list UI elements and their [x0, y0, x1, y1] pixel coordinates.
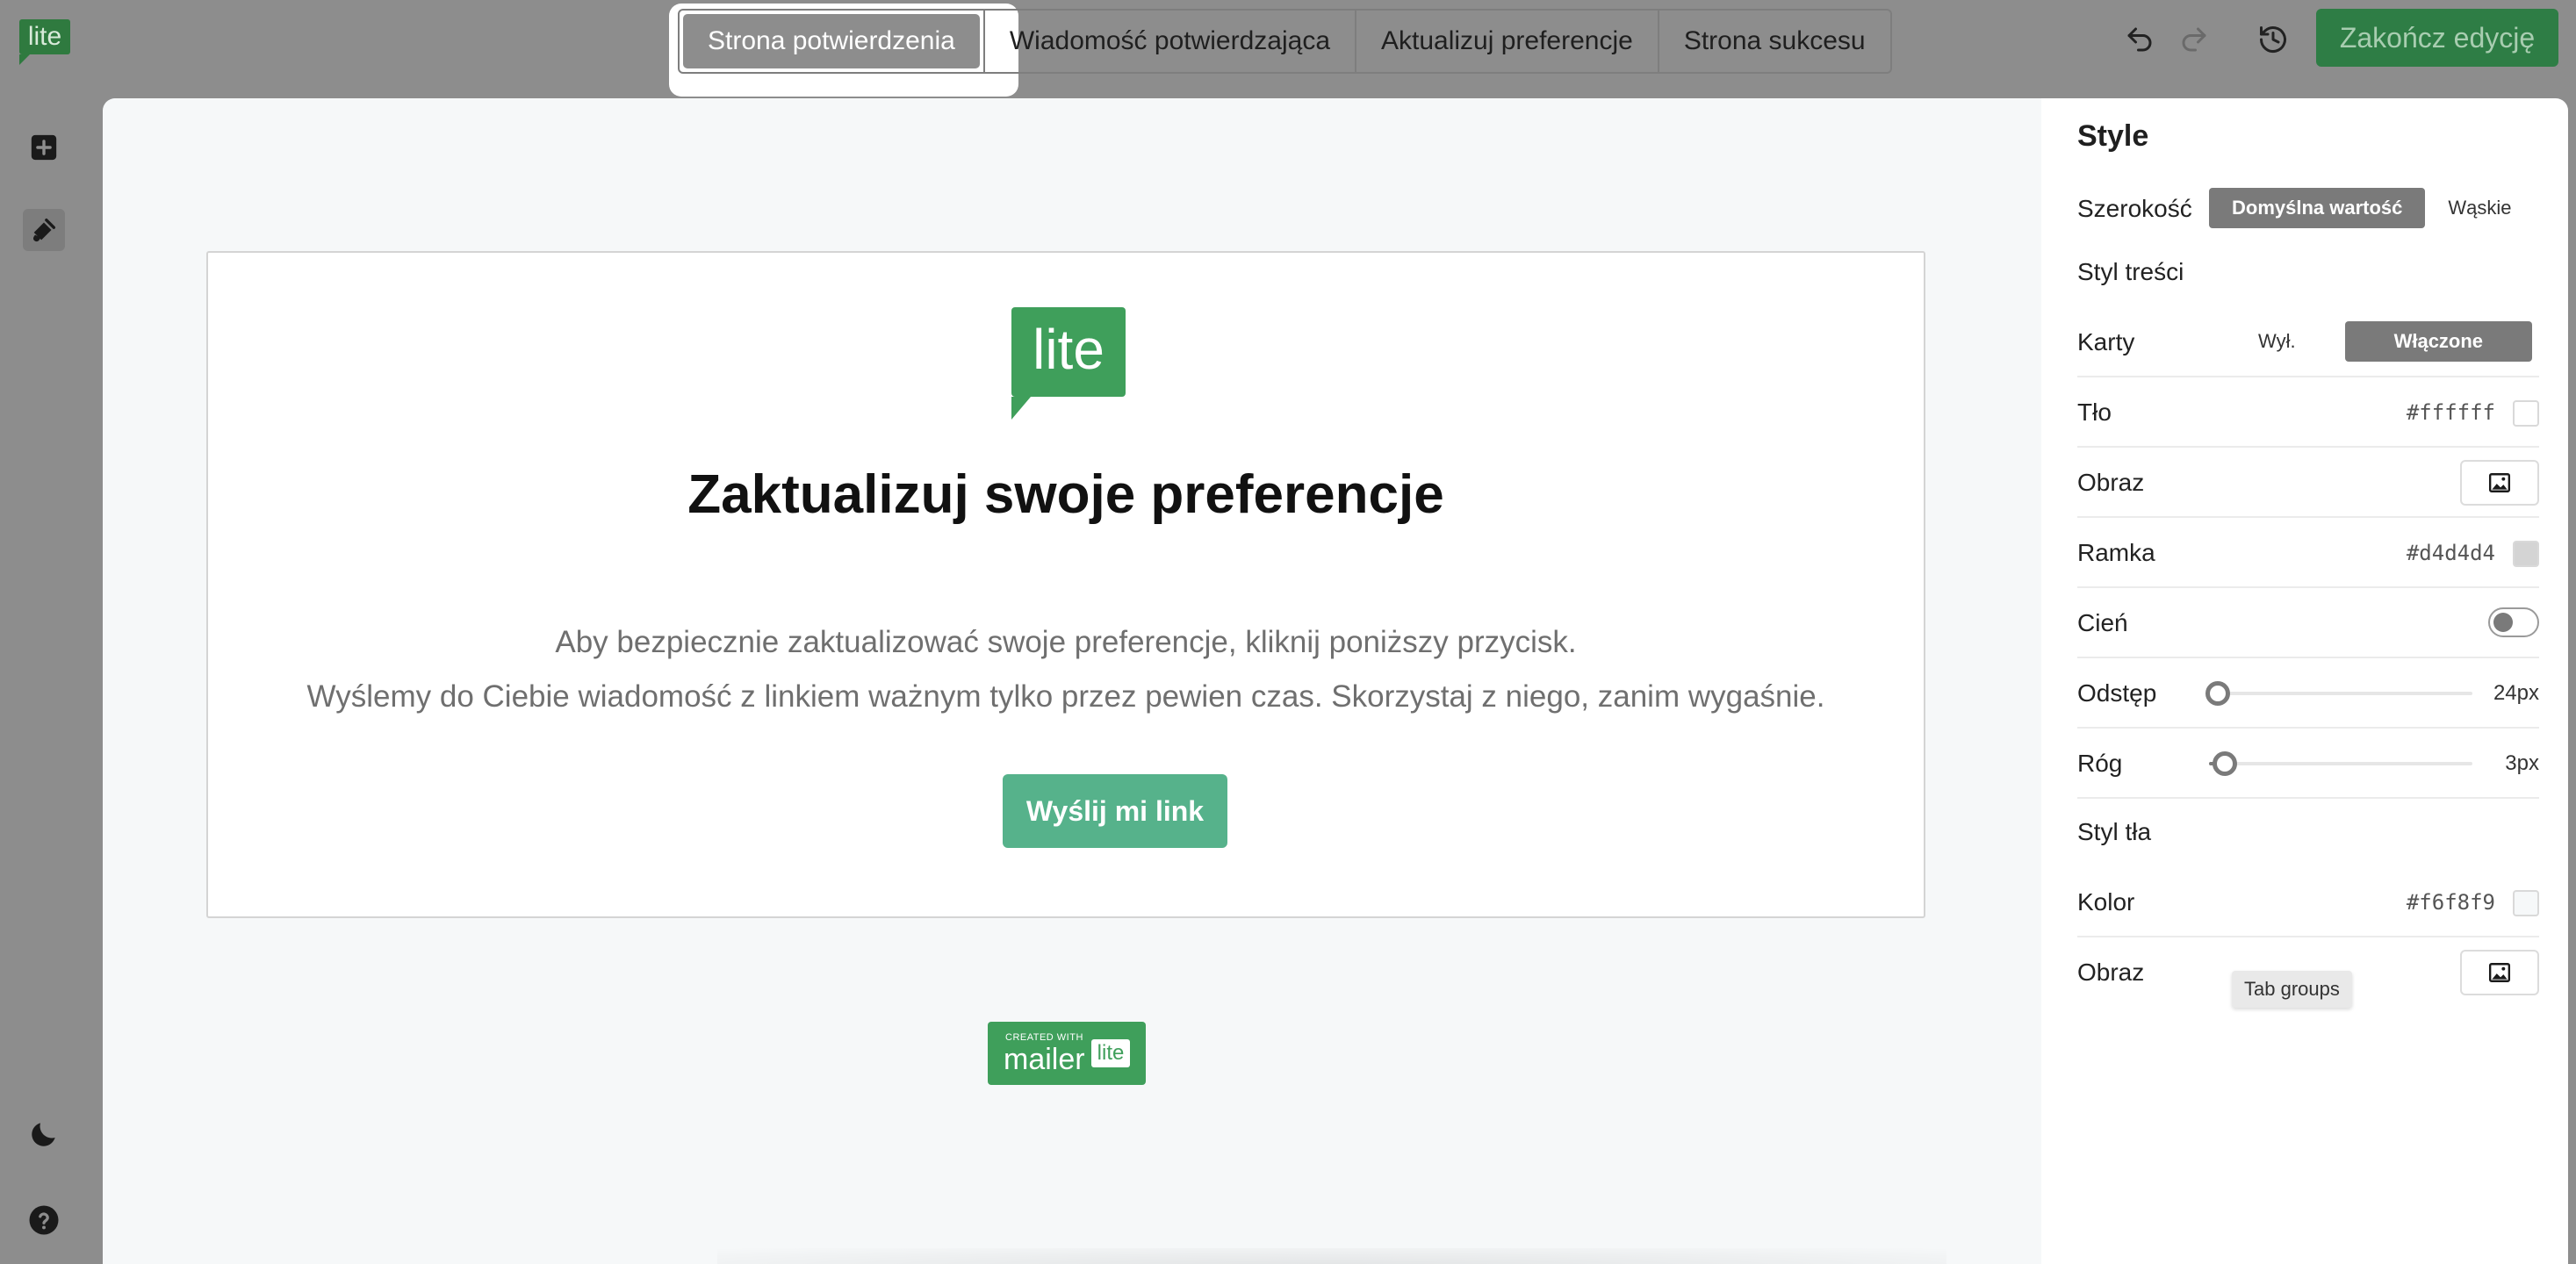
moon-icon [32, 1123, 55, 1146]
editor-canvas: lite Zaktualizuj swoje preferencje Aby b… [103, 98, 2041, 1264]
tab-confirmation-page[interactable]: Strona potwierdzenia [683, 14, 980, 68]
style-panel: Style Szerokość Domyślna wartość Wąskie … [2041, 98, 2568, 1264]
add-block-icon [31, 134, 57, 161]
cards-option-off[interactable]: Wył. [2232, 321, 2345, 362]
background-style-label: Styl tła [2077, 818, 2152, 845]
badge-box-text: lite [1091, 1039, 1130, 1067]
shadow-row: Cień [2077, 588, 2539, 658]
color-row: Kolor #f6f8f9 [2077, 867, 2539, 937]
panel-title: Style [2077, 119, 2149, 153]
cards-option-on[interactable]: Włączone [2344, 321, 2533, 362]
cards-segmented-control: Wył. Włączone [2232, 321, 2533, 362]
help-icon [29, 1205, 59, 1235]
top-bar: lite Strona potwierdzenia Wiadomość potw… [0, 0, 2576, 97]
corner-value: 3px [2505, 751, 2539, 775]
cards-label: Karty [2077, 328, 2135, 356]
dark-mode-button[interactable] [23, 1113, 65, 1155]
help-button[interactable] [23, 1199, 65, 1241]
bg-image-label: Obraz [2077, 959, 2145, 986]
spacing-slider-knob[interactable] [2205, 681, 2230, 706]
history-button[interactable] [2251, 18, 2295, 61]
history-icon [2260, 26, 2286, 54]
body-text-line-2[interactable]: Wyślemy do Ciebie wiadomość z linkiem wa… [208, 679, 1924, 715]
image-icon [2488, 963, 2511, 982]
corner-slider-knob[interactable] [2213, 751, 2237, 776]
badge-small-text: CREATED WITH [1005, 1032, 1083, 1043]
shadow-toggle[interactable] [2488, 607, 2539, 637]
color-swatch[interactable] [2513, 890, 2539, 916]
finish-editing-button[interactable]: Zakończ edycję [2316, 9, 2558, 67]
shadow-label: Cień [2077, 609, 2128, 636]
image-row: Obraz [2077, 448, 2539, 518]
image-upload-button[interactable] [2460, 460, 2539, 506]
color-label: Kolor [2077, 888, 2135, 916]
image-icon [2488, 473, 2511, 492]
tab-confirmation-message[interactable]: Wiadomość potwierdzająca [982, 11, 1355, 72]
background-row: Tło #ffffff [2077, 377, 2539, 448]
spacing-slider[interactable] [2205, 681, 2472, 706]
border-label: Ramka [2077, 539, 2155, 566]
corner-label: Róg [2077, 750, 2123, 777]
corner-row: Róg 3px [2077, 729, 2539, 799]
tab-success-page[interactable]: Strona sukcesu [1657, 11, 1890, 72]
undo-button[interactable] [2118, 18, 2162, 61]
border-swatch[interactable] [2513, 541, 2539, 567]
width-option-narrow[interactable]: Wąskie [2425, 188, 2534, 228]
image-label: Obraz [2077, 469, 2145, 496]
background-label: Tło [2077, 399, 2112, 426]
spacing-value: 24px [2493, 681, 2539, 705]
badge-big-text: mailer [1004, 1043, 1085, 1076]
color-hex[interactable]: #f6f8f9 [2407, 867, 2495, 937]
tab-groups-tooltip: Tab groups [2232, 971, 2352, 1008]
background-swatch[interactable] [2513, 400, 2539, 427]
spacing-row: Odstęp 24px [2077, 658, 2539, 729]
redo-icon [2182, 27, 2206, 52]
undo-icon [2127, 27, 2152, 52]
design-button[interactable] [23, 209, 65, 251]
content-card[interactable]: lite Zaktualizuj swoje preferencje Aby b… [206, 251, 1925, 918]
width-row: Szerokość Domyślna wartość Wąskie [2077, 174, 2539, 244]
canvas-bottom-shadow [717, 1248, 1946, 1264]
tab-update-preferences[interactable]: Aktualizuj preferencje [1355, 11, 1658, 72]
bg-image-upload-button[interactable] [2460, 950, 2539, 995]
background-hex[interactable]: #ffffff [2407, 377, 2495, 448]
spacing-label: Odstęp [2077, 679, 2157, 707]
brand-logo: lite [1011, 307, 1126, 420]
app-logo[interactable]: lite [19, 19, 70, 65]
border-hex[interactable]: #d4d4d4 [2407, 518, 2495, 588]
paint-icon [32, 218, 56, 242]
border-row: Ramka #d4d4d4 [2077, 518, 2539, 588]
content-style-label: Styl treści [2077, 258, 2184, 285]
corner-slider[interactable] [2209, 751, 2472, 776]
cards-row: Karty Wył. Włączone [2077, 307, 2539, 377]
send-link-button[interactable]: Wyślij mi link [1003, 774, 1227, 848]
created-with-mailerlite-badge: CREATED WITH mailer lite [988, 1022, 1146, 1085]
page-title[interactable]: Zaktualizuj swoje preferencje [208, 463, 1924, 526]
tab-strip: Strona potwierdzenia Wiadomość potwierdz… [678, 9, 1892, 74]
redo-button[interactable] [2172, 18, 2216, 61]
body-text-line-1[interactable]: Aby bezpiecznie zaktualizować swoje pref… [208, 625, 1924, 660]
width-segmented-control: Domyślna wartość Wąskie [2209, 188, 2535, 228]
add-block-button[interactable] [23, 126, 65, 169]
width-option-default[interactable]: Domyślna wartość [2209, 188, 2426, 228]
width-label: Szerokość [2077, 195, 2192, 222]
